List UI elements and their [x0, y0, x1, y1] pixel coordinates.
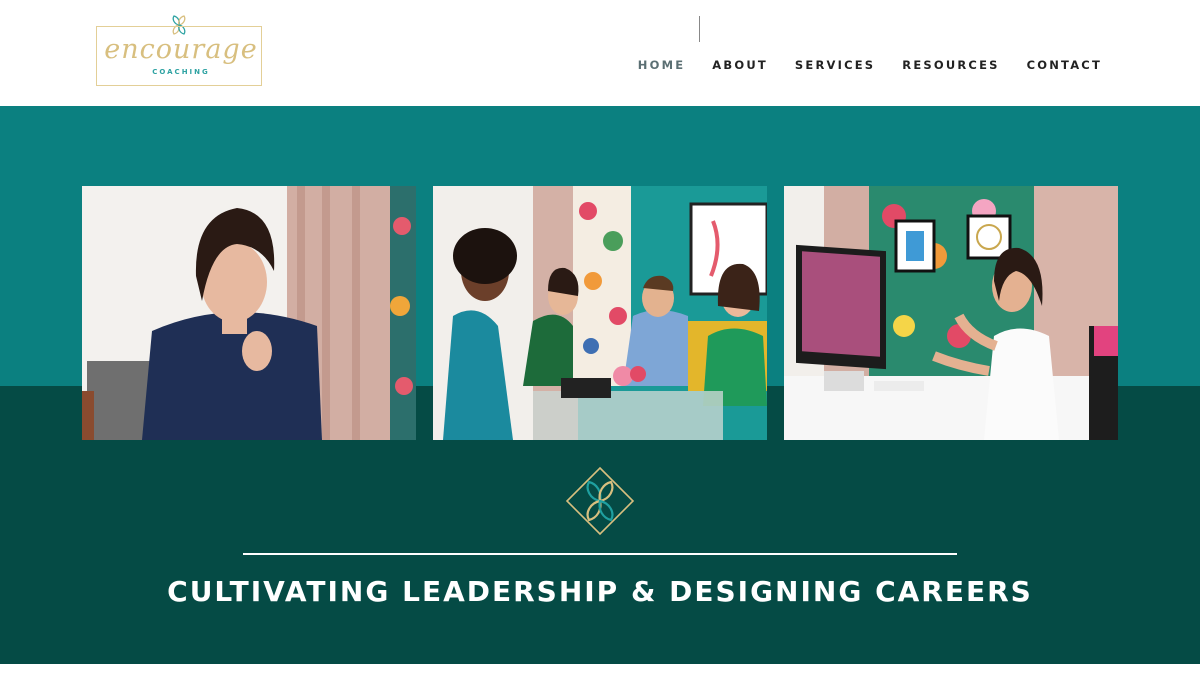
site-logo[interactable]: encourage COACHING	[86, 14, 276, 92]
nav-services[interactable]: SERVICES	[795, 58, 875, 72]
photo-coach-at-computer	[784, 186, 1118, 440]
headline-rule	[243, 553, 957, 555]
nav-about[interactable]: ABOUT	[712, 58, 768, 72]
hero-headline: CULTIVATING LEADERSHIP & DESIGNING CAREE…	[167, 575, 1033, 608]
footer-strip	[0, 664, 1200, 675]
photo-coach-portrait	[82, 186, 416, 440]
logo-script-text: encourage	[104, 34, 258, 65]
four-leaf-diamond-icon	[565, 466, 635, 536]
nav-contact[interactable]: CONTACT	[1027, 58, 1102, 72]
main-nav: HOME ABOUT SERVICES RESOURCES CONTACT	[638, 58, 1102, 72]
logo-sub-text: COACHING	[152, 68, 210, 76]
nav-home[interactable]: HOME	[638, 58, 686, 72]
site-header: encourage COACHING HOME ABOUT SERVICES R…	[0, 0, 1200, 106]
photo-group-meeting	[433, 186, 767, 440]
nav-resources[interactable]: RESOURCES	[902, 58, 999, 72]
header-divider	[699, 16, 700, 42]
